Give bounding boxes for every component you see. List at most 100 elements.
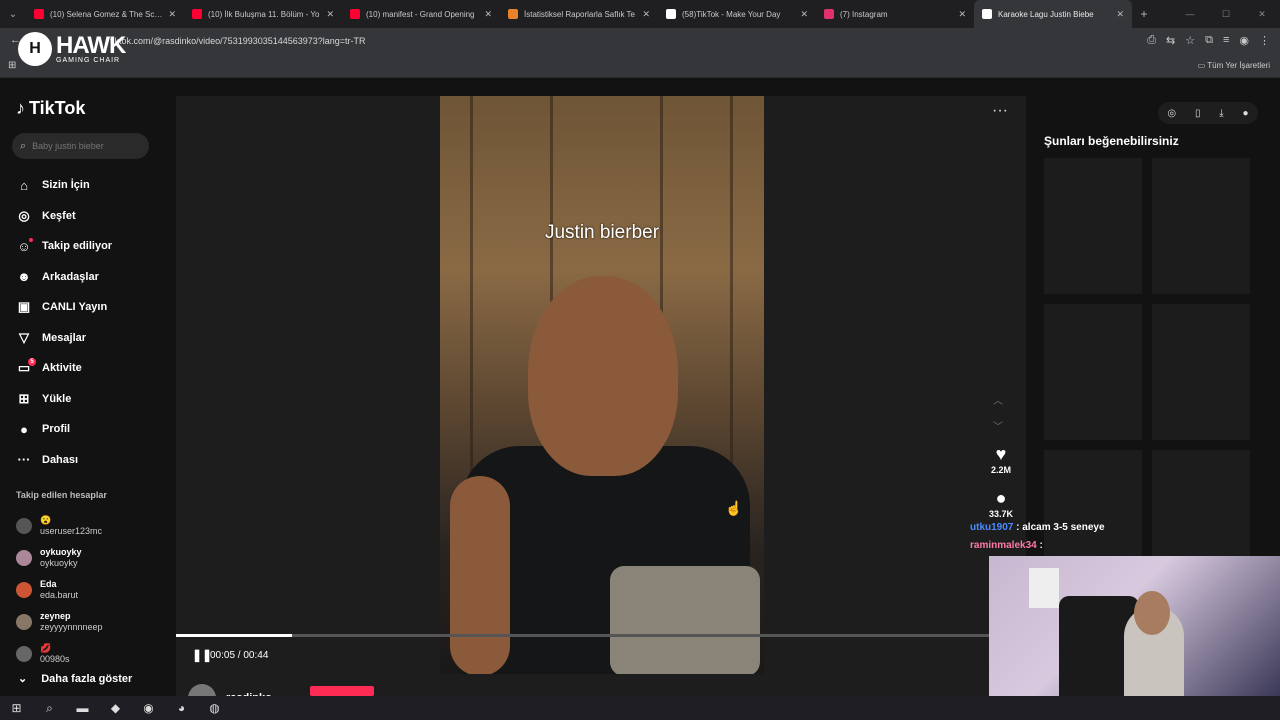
search-input[interactable] — [32, 141, 133, 151]
show-more-button[interactable]: ⌄ Daha fazla göster — [18, 672, 133, 686]
followed-account[interactable]: 😮 useruser123mc — [16, 510, 103, 542]
extensions-icon[interactable]: ⧉ — [1205, 34, 1213, 47]
browser-tab[interactable]: (10) manifest - Grand Opening ✕ — [342, 0, 500, 28]
avatar — [16, 614, 32, 630]
tiktok-note-icon: ♪ — [16, 98, 25, 118]
hawk-overlay-logo: H HAWK GAMING CHAIR — [18, 32, 126, 66]
close-tab-icon[interactable]: ✕ — [642, 9, 650, 20]
maximize-icon[interactable]: ☐ — [1208, 9, 1244, 20]
download-icon[interactable]: ⤓ — [1219, 108, 1223, 119]
more-options-icon[interactable]: ··· — [992, 102, 1008, 120]
browser-tab[interactable]: Karaoke Lagu Justin Biebe ✕ — [974, 0, 1132, 28]
show-more-label: Daha fazla göster — [41, 672, 133, 685]
youtube-icon — [34, 9, 44, 19]
comment-icon: ● — [995, 488, 1007, 508]
menu-icon[interactable]: ⋮ — [1259, 34, 1270, 47]
followed-account[interactable]: Eda eda.barut — [16, 574, 103, 606]
all-bookmarks-button[interactable]: ▭ Tüm Yer İşaretleri — [1198, 61, 1270, 70]
bookmark-star-icon[interactable]: ☆ — [1185, 34, 1195, 47]
following-title: Takip edilen hesaplar — [16, 490, 107, 500]
nav-item[interactable]: ● Profil — [16, 414, 112, 445]
chat-message: : alcam 3-5 seneye — [1016, 522, 1105, 533]
comment-button[interactable]: ● 33.7K — [984, 488, 1018, 519]
messages-icon: ▽ — [19, 329, 29, 345]
followed-account[interactable]: zeynep zeyyyynnnneep — [16, 606, 103, 638]
install-icon[interactable]: ⎙ — [1147, 34, 1156, 47]
avatar — [16, 550, 32, 566]
recommendation-card[interactable] — [1044, 304, 1142, 440]
close-window-icon[interactable]: ✕ — [1244, 9, 1280, 20]
app-icon[interactable]: ◆ — [99, 701, 132, 715]
browser-tab[interactable]: (58)TikTok - Make Your Day ✕ — [658, 0, 816, 28]
video-frame[interactable]: Justin bierber — [440, 96, 764, 674]
search-box: ⌕ — [12, 133, 149, 159]
minimize-icon[interactable]: — — [1172, 9, 1208, 19]
windows-start-icon[interactable]: ⊞ — [0, 701, 33, 715]
browser-tab[interactable]: (10) İlk Buluşma 11. Bölüm - Yo ✕ — [184, 0, 342, 28]
like-button[interactable]: ♥ 2.2M — [984, 444, 1018, 475]
tab-title: (10) İlk Buluşma 11. Bölüm - Yo — [208, 9, 320, 19]
device-icon[interactable]: ▯ — [1195, 108, 1201, 119]
file-explorer-icon[interactable]: ▬ — [66, 701, 99, 715]
nav-item[interactable]: ··· Dahası — [16, 445, 112, 476]
obs-icon[interactable]: ◍ — [198, 701, 231, 715]
upload-icon: ⊞ — [18, 390, 30, 406]
browser-tab[interactable]: (7) Instagram ✕ — [816, 0, 974, 28]
bookmarks-bar: ▭ Tüm Yer İşaretleri — [0, 56, 1280, 78]
nav-item[interactable]: ▣ CANLI Yayın — [16, 292, 112, 323]
translate-icon[interactable]: ⇆ — [1166, 34, 1175, 47]
browser-tab[interactable]: İstatistiksel Raporlarla Saflık Te ✕ — [500, 0, 658, 28]
address-bar-icons: ⎙ ⇆ ☆ ⧉ ≡ ◉ ⋮ — [1147, 34, 1270, 47]
coin-icon[interactable]: ◎ — [1167, 108, 1176, 119]
follow-button[interactable] — [310, 686, 374, 696]
discord-icon[interactable]: ◕ — [165, 701, 198, 715]
close-tab-icon[interactable]: ✕ — [484, 9, 492, 20]
user-avatar[interactable]: ● — [1243, 108, 1249, 119]
webcam-person-head — [1134, 591, 1170, 635]
friends-icon: ☻ — [17, 269, 31, 285]
nav-item[interactable]: ⌂ Sizin İçin — [16, 170, 112, 201]
search-taskbar-icon[interactable]: ⌕ — [33, 701, 66, 716]
webcam-poster — [1029, 568, 1059, 608]
close-tab-icon[interactable]: ✕ — [168, 9, 176, 20]
nav-item[interactable]: ☻ Arkadaşlar — [16, 262, 112, 293]
followed-account[interactable]: oykuoyky oykuoyky — [16, 542, 103, 574]
nav-item[interactable]: ▭ 5 Aktivite — [16, 353, 112, 384]
like-count: 2.2M — [990, 465, 1011, 475]
chevron-up-icon[interactable]: ︿ — [993, 392, 1003, 407]
nav-label: Keşfet — [42, 209, 76, 222]
following-list: 😮 useruser123mc oykuoyky oykuoyky Eda eda.bar… — [16, 510, 103, 670]
window-controls: — ☐ ✕ — [1172, 0, 1280, 28]
chevron-down-nav-icon[interactable]: ﹀ — [993, 418, 1003, 433]
nav-item[interactable]: ▽ Mesajlar — [16, 323, 112, 354]
nav-label: Aktivite — [42, 362, 82, 375]
windows-taskbar: ⊞ ⌕ ▬ ◆ ◉ ◕ ◍ — [0, 696, 1280, 720]
address-bar: ← tiktok.com/@rasdinko/video/75319930351… — [0, 28, 1280, 56]
new-tab-button[interactable]: + — [1132, 7, 1156, 21]
recommendation-card[interactable] — [1044, 158, 1142, 294]
followed-account[interactable]: 💋 00980s — [16, 638, 103, 670]
nav-item[interactable]: ☺ Takip ediliyor — [16, 231, 112, 262]
recommendation-card[interactable] — [1152, 158, 1250, 294]
nav-item[interactable]: ◎ Keşfet — [16, 201, 112, 232]
profile-avatar-icon[interactable]: ◉ — [1239, 34, 1249, 47]
tab-search-icon[interactable]: ⌄ — [0, 0, 26, 28]
nav-label: Yükle — [42, 392, 72, 405]
close-tab-icon[interactable]: ✕ — [326, 9, 334, 20]
new-dot — [29, 238, 33, 242]
close-tab-icon[interactable]: ✕ — [1116, 9, 1124, 20]
close-tab-icon[interactable]: ✕ — [958, 9, 966, 20]
url-field[interactable]: tiktok.com/@rasdinko/video/7531993035144… — [110, 36, 366, 46]
recommendation-card[interactable] — [1152, 304, 1250, 440]
nav-label: Dahası — [42, 453, 79, 466]
progress-bar[interactable] — [176, 634, 1026, 637]
media-icon[interactable]: ≡ — [1223, 34, 1229, 47]
chat-username: raminmalek34 — [970, 540, 1037, 551]
browser-tab[interactable]: (10) Selena Gomez & The Scene ✕ — [26, 0, 184, 28]
close-tab-icon[interactable]: ✕ — [800, 9, 808, 20]
instagram-icon — [824, 9, 834, 19]
tiktok-logo[interactable]: ♪ TikTok — [16, 98, 85, 119]
chrome-icon[interactable]: ◉ — [132, 701, 165, 715]
video-phone — [610, 566, 760, 674]
nav-item[interactable]: ⊞ Yükle — [16, 384, 112, 415]
